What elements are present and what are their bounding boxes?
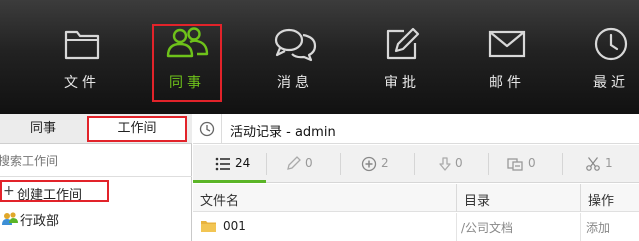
filter-count: 0 (455, 156, 463, 170)
toolbar-files-button[interactable]: 文件 (37, 0, 127, 114)
toolbar-mail-button[interactable]: 邮件 (462, 0, 552, 114)
pencil-icon (285, 156, 301, 172)
create-workspace-button[interactable]: + 创建工作间 (0, 180, 109, 203)
filter-count: 24 (235, 156, 251, 170)
toolbar-label: 最近 (593, 75, 629, 91)
cell-directory: /公司文档 (461, 221, 514, 235)
create-workspace-label: 创建工作间 (17, 188, 83, 203)
filter-edited[interactable]: 0 (267, 145, 340, 183)
column-header-action[interactable]: 操作 (588, 190, 614, 209)
toolbar-messages-button[interactable]: 消息 (250, 0, 340, 114)
plus-icon: + (3, 183, 15, 199)
filter-count: 1 (605, 156, 613, 170)
history-clock-icon (199, 121, 215, 137)
filter-copied[interactable]: 0 (489, 145, 562, 183)
filter-added[interactable]: 2 (341, 145, 414, 183)
column-header-filename[interactable]: 文件名 (200, 190, 239, 209)
cut-icon (585, 156, 601, 172)
divider (221, 114, 222, 144)
copy-icon (507, 156, 523, 172)
folder-icon (201, 220, 216, 232)
divider (456, 184, 457, 212)
divider (456, 213, 457, 241)
activity-filter-bar: 24 0 2 0 0 1 (193, 145, 639, 183)
sidebar-item-department[interactable]: 行政部 (0, 207, 192, 231)
toolbar-recent-button[interactable]: 最近 (566, 0, 639, 114)
department-label: 行政部 (20, 214, 60, 229)
filter-count: 2 (381, 156, 389, 170)
file-table-header: 文件名 目录 操作 (193, 184, 639, 212)
chat-bubbles-icon (250, 26, 340, 66)
toolbar-approval-button[interactable]: 审批 (357, 0, 447, 114)
tab-colleagues[interactable]: 同事 (0, 114, 86, 144)
divider (580, 184, 581, 212)
divider (580, 213, 581, 241)
toolbar-label: 邮件 (489, 75, 525, 91)
tab-workspace[interactable]: 工作间 (87, 116, 187, 142)
list-icon (215, 156, 231, 172)
sidebar: 同事 工作间 + 创建工作间 行政部 (0, 114, 192, 241)
filter-count: 0 (528, 156, 536, 170)
mail-icon (462, 26, 552, 66)
download-icon (437, 156, 453, 172)
table-row[interactable]: 001 /公司文档 添加 (193, 213, 639, 241)
filter-cut[interactable]: 1 (563, 145, 639, 183)
edit-icon (357, 26, 447, 66)
cell-action: 添加 (586, 221, 611, 235)
group-icon (2, 211, 18, 225)
clock-icon (566, 26, 639, 66)
top-toolbar: 文件 同事 消息 审批 邮件 最近 (0, 0, 639, 114)
activity-title-bar: 活动记录 - admin (193, 114, 639, 144)
filter-all[interactable]: 24 (193, 145, 266, 183)
toolbar-label: 消息 (277, 75, 313, 91)
plus-circle-icon (361, 156, 377, 172)
main-panel: 活动记录 - admin 24 0 2 0 0 1 文件名 目录 操作 001 … (193, 114, 639, 241)
column-header-directory[interactable]: 目录 (464, 190, 490, 209)
filter-downloaded[interactable]: 0 (415, 145, 488, 183)
page-title: 活动记录 - admin (230, 125, 336, 140)
active-highlight (152, 24, 222, 102)
filter-count: 0 (305, 156, 313, 170)
search-input[interactable] (0, 151, 188, 171)
toolbar-label: 文件 (64, 75, 100, 91)
sidebar-tabs: 同事 工作间 (0, 114, 192, 144)
cell-filename: 001 (223, 219, 246, 233)
toolbar-label: 审批 (384, 75, 420, 91)
search-row (0, 145, 192, 177)
folder-icon (37, 26, 127, 66)
